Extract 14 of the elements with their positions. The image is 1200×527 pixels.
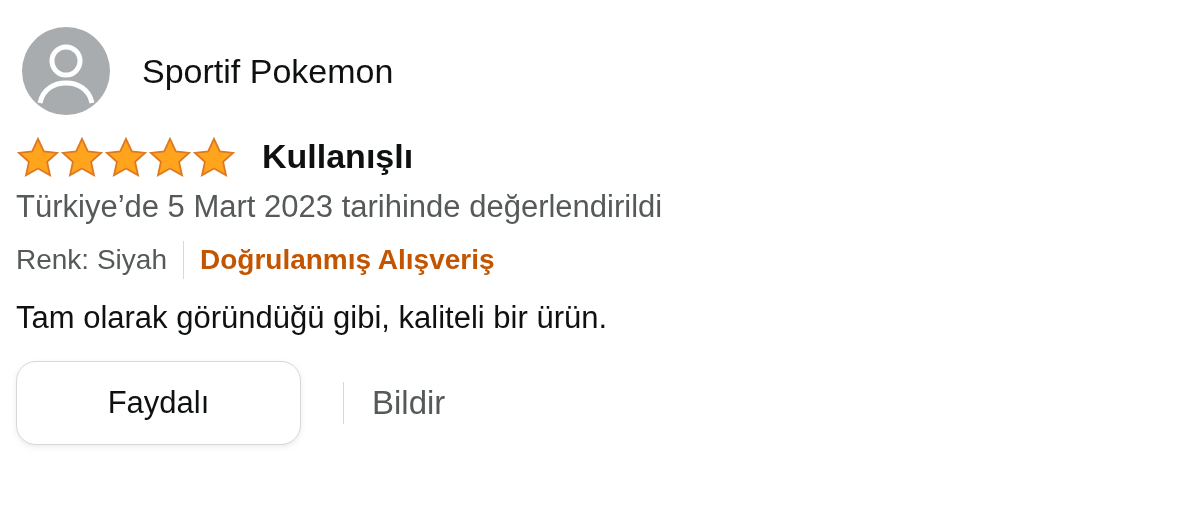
author-name: Sportif Pokemon	[142, 50, 394, 92]
star-icon	[148, 136, 192, 177]
avatar-icon	[22, 27, 110, 115]
review-body: Tam olarak göründüğü gibi, kaliteli bir ürün.	[16, 298, 609, 337]
helpful-button[interactable]: Faydalı	[16, 361, 301, 445]
verified-purchase-label: Doğrulanmış Alışveriş	[199, 242, 495, 277]
star-icon	[60, 136, 104, 177]
star-icon	[104, 136, 148, 177]
variant-label: Renk: Siyah	[16, 242, 167, 277]
report-link[interactable]: Bildir	[372, 378, 446, 428]
review-date: Türkiye’de 5 Mart 2023 tarihinde değerlendirildi	[16, 188, 664, 226]
review-title: Kullanışlı	[262, 136, 414, 177]
star-icon	[16, 136, 60, 177]
star-icon	[192, 136, 236, 177]
